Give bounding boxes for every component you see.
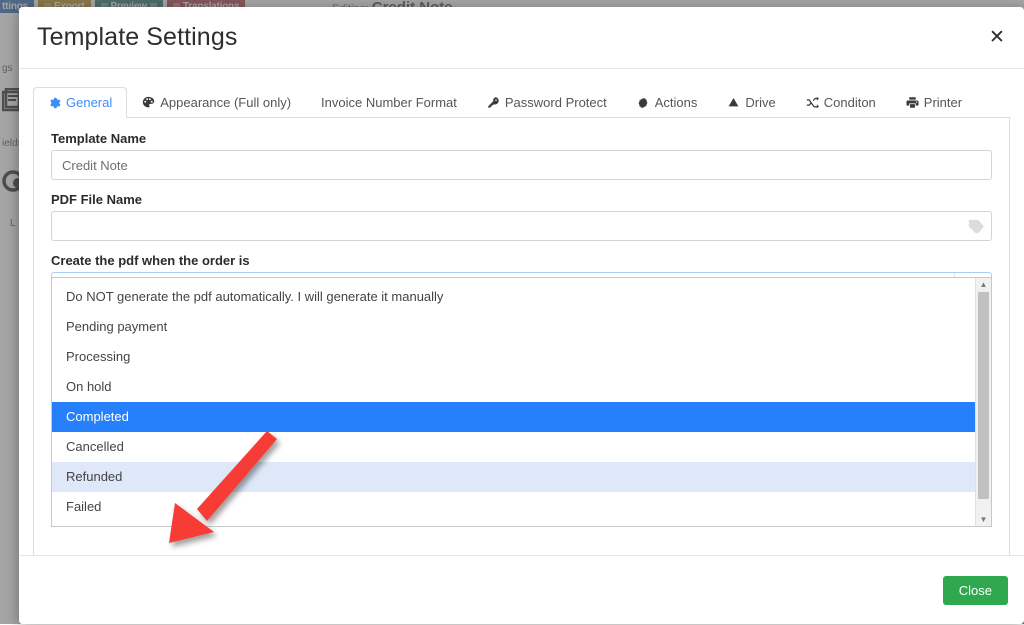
- scrollbar-thumb[interactable]: [978, 292, 989, 499]
- template-name-label: Template Name: [51, 131, 147, 146]
- drive-triangle-icon: [727, 96, 740, 109]
- pdf-file-name-input[interactable]: [51, 211, 992, 241]
- key-icon: [487, 96, 500, 109]
- dropdown-option[interactable]: On hold: [52, 372, 975, 402]
- tab-actions-label: Actions: [654, 95, 698, 110]
- tab-drive[interactable]: Drive: [712, 87, 790, 118]
- close-icon[interactable]: ✕: [984, 24, 1010, 50]
- dropdown-option-hovered[interactable]: Refunded: [52, 462, 975, 492]
- dropdown-option-selected[interactable]: Completed: [52, 402, 975, 432]
- modal-title: Template Settings: [37, 23, 238, 51]
- tab-invoice-number-format-label: Invoice Number Format: [321, 95, 457, 110]
- tab-drive-label: Drive: [745, 95, 776, 110]
- scroll-down-arrow-icon[interactable]: ▼: [976, 513, 991, 526]
- palette-icon: [142, 96, 155, 109]
- dropdown-option[interactable]: Pending payment: [52, 312, 975, 342]
- modal-footer: Close: [19, 555, 1024, 624]
- pdf-file-name-field-wrap: [51, 211, 992, 241]
- close-button[interactable]: Close: [942, 575, 1008, 605]
- dropdown-option[interactable]: Do NOT generate the pdf automatically. I…: [52, 282, 975, 312]
- shuffle-icon: [806, 96, 819, 109]
- template-settings-modal: Template Settings ✕ General Appearance (…: [19, 7, 1024, 624]
- scroll-up-arrow-icon[interactable]: ▲: [976, 278, 991, 291]
- tab-conditon-label: Conditon: [823, 95, 876, 110]
- tab-printer-label: Printer: [923, 95, 963, 110]
- order-status-label: Create the pdf when the order is: [51, 253, 250, 268]
- dropdown-scrollbar[interactable]: ▲ ▼: [975, 278, 991, 526]
- modal-header: Template Settings ✕: [19, 7, 1024, 69]
- general-settings-panel: Template Name PDF File Name Create the p…: [33, 117, 1010, 576]
- dropdown-option[interactable]: Cancelled: [52, 432, 975, 462]
- tab-actions[interactable]: Actions: [622, 87, 713, 118]
- gear-icon: [48, 96, 61, 109]
- tab-printer[interactable]: Printer: [891, 87, 977, 118]
- pdf-file-name-label: PDF File Name: [51, 192, 143, 207]
- tab-password-protect-label: Password Protect: [504, 95, 607, 110]
- tab-conditon[interactable]: Conditon: [791, 87, 891, 118]
- modal-body: General Appearance (Full only) Invoice N…: [19, 69, 1024, 624]
- template-name-field-wrap: [51, 150, 992, 180]
- order-status-dropdown: Do NOT generate the pdf automatically. I…: [51, 277, 992, 527]
- order-status-option-list: Do NOT generate the pdf automatically. I…: [52, 278, 975, 526]
- template-name-input[interactable]: [51, 150, 992, 180]
- tab-invoice-number-format[interactable]: Invoice Number Format: [306, 87, 472, 118]
- tab-appearance-label: Appearance (Full only): [160, 95, 292, 110]
- tab-general[interactable]: General: [33, 87, 128, 118]
- dropdown-option[interactable]: Failed: [52, 492, 975, 522]
- dropdown-option[interactable]: Processing: [52, 342, 975, 372]
- tab-password-protect[interactable]: Password Protect: [472, 87, 622, 118]
- printer-icon: [906, 96, 919, 109]
- tab-appearance[interactable]: Appearance (Full only): [127, 87, 306, 118]
- tab-general-label: General: [66, 95, 113, 110]
- cog-gear-icon: [637, 96, 650, 109]
- settings-tab-bar: General Appearance (Full only) Invoice N…: [33, 85, 1010, 118]
